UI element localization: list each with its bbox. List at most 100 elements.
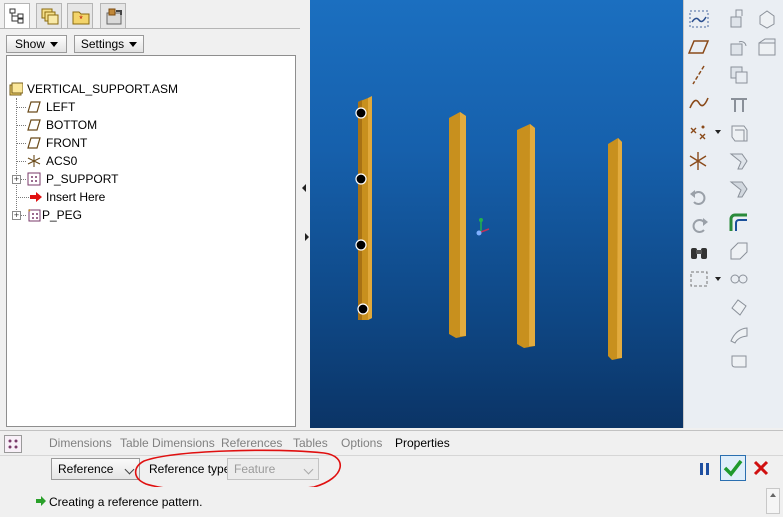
pause-icon — [700, 463, 709, 475]
extrude-icon — [730, 9, 743, 28]
chevron-down-icon — [124, 464, 135, 475]
status-bar: Creating a reference pattern. — [0, 487, 783, 516]
assembly-icon — [9, 82, 23, 96]
tree-item-insert-here[interactable]: Insert Here — [27, 188, 287, 206]
chamfer-icon — [730, 242, 748, 260]
tree-item-label: P_PEG — [42, 208, 83, 222]
selection-box-button[interactable] — [686, 266, 712, 292]
draft-button[interactable] — [726, 176, 752, 202]
tools-icon — [106, 8, 122, 25]
coordinate-triad-icon — [476, 218, 490, 236]
pattern-marker[interactable] — [357, 303, 369, 315]
settings-dropdown[interactable]: Settings — [74, 35, 144, 53]
ok-button[interactable] — [720, 455, 746, 481]
round-button[interactable] — [726, 210, 752, 236]
hole-button[interactable] — [726, 92, 752, 118]
status-scrollbar[interactable] — [766, 488, 780, 514]
svg-text:*: * — [79, 14, 83, 24]
chevron-up-icon[interactable] — [770, 493, 776, 497]
datum-plane-icon — [27, 137, 41, 149]
datum-curve-button[interactable] — [686, 90, 712, 116]
chevron-down-icon[interactable] — [715, 130, 721, 134]
datum-point-button[interactable] — [686, 120, 712, 146]
pattern-button[interactable] — [726, 266, 752, 292]
expand-right-icon[interactable] — [305, 233, 309, 241]
mirror-button[interactable] — [726, 294, 752, 320]
tree-item-label: ACS0 — [46, 154, 78, 168]
blend-button[interactable] — [754, 6, 780, 32]
selection-box-icon — [690, 271, 708, 287]
support-part[interactable] — [449, 112, 466, 338]
favorites-icon: * — [72, 11, 90, 25]
datum-axis-button[interactable] — [686, 62, 712, 88]
expand-icon[interactable]: + — [12, 175, 21, 184]
pause-button[interactable] — [698, 460, 712, 478]
tools-tab[interactable] — [100, 3, 126, 29]
datum-curve-icon — [689, 97, 709, 109]
tree-item-front[interactable]: FRONT — [27, 134, 287, 152]
revolve-icon — [730, 41, 747, 56]
datum-plane-button[interactable] — [686, 34, 712, 60]
layers-tab[interactable] — [36, 3, 62, 29]
pattern-tool-icon — [4, 435, 22, 453]
status-message: Creating a reference pattern. — [49, 495, 203, 509]
undo-button[interactable] — [686, 184, 712, 210]
support-part[interactable] — [608, 138, 622, 360]
pattern-type-select[interactable]: Reference — [51, 458, 140, 480]
rib-button[interactable] — [726, 148, 752, 174]
part-icon — [27, 172, 41, 186]
pattern-marker[interactable] — [355, 239, 367, 251]
chamfer-button[interactable] — [726, 238, 752, 264]
tree-item-p-support[interactable]: P_SUPPORT — [27, 170, 287, 188]
hole-icon — [731, 98, 747, 112]
show-dropdown[interactable]: Show — [6, 35, 67, 53]
favorites-tab[interactable]: * — [67, 3, 93, 29]
layers-icon — [41, 8, 59, 25]
chevron-down-icon[interactable] — [715, 277, 721, 281]
graphics-window[interactable] — [310, 0, 683, 428]
model-tree-icon — [9, 8, 24, 24]
shell-button[interactable] — [726, 120, 752, 146]
style-button[interactable] — [726, 348, 752, 374]
chevron-down-icon — [129, 42, 138, 48]
coordinate-system-button[interactable] — [686, 148, 712, 174]
tree-item-left[interactable]: LEFT — [27, 98, 287, 116]
coordinate-system-icon — [689, 152, 707, 170]
round-icon — [729, 213, 747, 231]
expand-icon[interactable]: + — [12, 211, 21, 220]
datum-plane-icon — [27, 119, 41, 131]
tree-item-label: LEFT — [46, 100, 76, 114]
style-icon — [731, 355, 747, 368]
model-tree: VERTICAL_SUPPORT.ASM LEFT BOTTOM FRONT A… — [6, 55, 296, 427]
arrow-right-icon — [36, 496, 46, 506]
shell-icon — [731, 125, 748, 142]
boundary-blend-button[interactable] — [726, 322, 752, 348]
extrude-button[interactable] — [726, 6, 752, 32]
tab-dimensions[interactable]: Dimensions — [49, 436, 112, 450]
pattern-marker[interactable] — [355, 173, 367, 185]
tree-item-label: BOTTOM — [46, 118, 98, 132]
tree-item-acs0[interactable]: ACS0 — [27, 152, 287, 170]
rib-icon — [729, 153, 748, 170]
redo-button[interactable] — [686, 212, 712, 238]
tree-item-bottom[interactable]: BOTTOM — [27, 116, 287, 134]
panel-splitter[interactable] — [300, 0, 310, 430]
tab-properties[interactable]: Properties — [395, 436, 450, 450]
revolve-button[interactable] — [726, 34, 752, 60]
collapse-left-icon[interactable] — [302, 184, 306, 192]
datum-display-button[interactable] — [686, 6, 712, 32]
support-part[interactable] — [358, 96, 372, 320]
sweep-button[interactable] — [726, 62, 752, 88]
cancel-button[interactable] — [752, 459, 770, 477]
show-label: Show — [14, 37, 46, 51]
blend-icon — [759, 10, 775, 29]
boundary-blend-icon — [730, 327, 748, 344]
support-part[interactable] — [517, 124, 535, 348]
pattern-marker[interactable] — [355, 107, 367, 119]
variable-sweep-button[interactable] — [754, 34, 780, 60]
model-tree-tab[interactable] — [4, 3, 30, 29]
tree-root-asm[interactable]: VERTICAL_SUPPORT.ASM — [9, 80, 289, 98]
variable-sweep-icon — [758, 38, 776, 56]
tree-item-p-peg[interactable]: * P_PEG — [27, 206, 287, 224]
find-button[interactable] — [686, 240, 712, 266]
